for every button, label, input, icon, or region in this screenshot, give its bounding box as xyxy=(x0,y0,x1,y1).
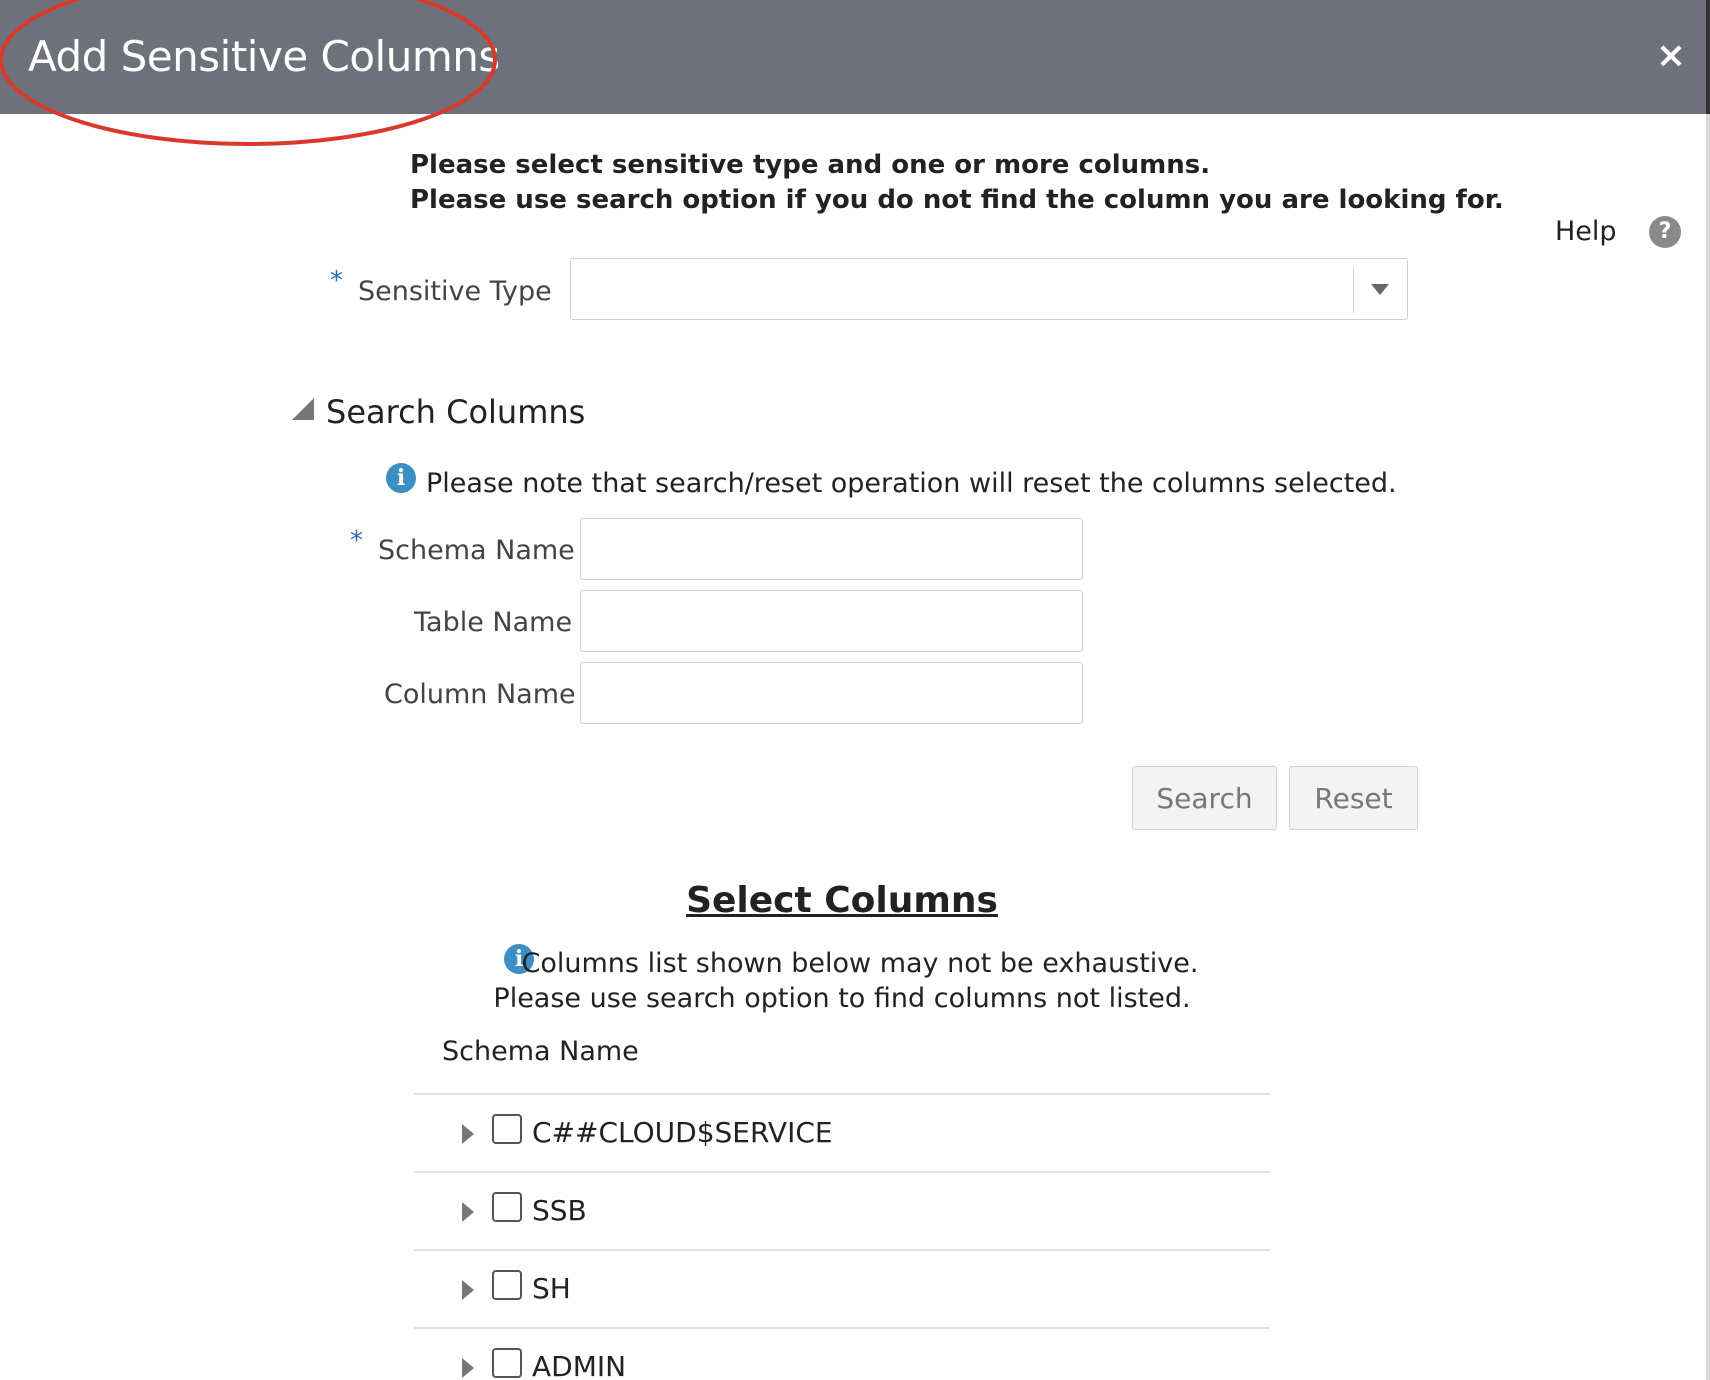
reset-button[interactable]: Reset xyxy=(1289,766,1418,830)
search-reset-note: Please note that search/reset operation … xyxy=(426,468,1397,499)
row-checkbox[interactable] xyxy=(492,1270,522,1300)
columns-note-line-2: Please use search option to find columns… xyxy=(493,983,1191,1014)
columns-note-line-1: Columns list shown below may not be exha… xyxy=(521,948,1199,979)
info-icon: i xyxy=(386,463,416,493)
table-row: SSB xyxy=(414,1174,1270,1250)
expand-triangle-icon[interactable] xyxy=(462,1280,474,1300)
schema-name-label: Schema Name xyxy=(378,535,575,566)
schema-name-cell: ADMIN xyxy=(532,1350,627,1380)
table-row: C##CLOUD$SERVICE xyxy=(414,1096,1270,1172)
table-divider xyxy=(414,1093,1270,1095)
row-checkbox[interactable] xyxy=(492,1114,522,1144)
table-row: SH xyxy=(414,1252,1270,1328)
background-window-edge xyxy=(1706,0,1710,1380)
schema-name-column-header: Schema Name xyxy=(442,1036,639,1067)
table-name-label: Table Name xyxy=(414,607,573,638)
intro-instructions: Please select sensitive type and one or … xyxy=(410,148,1504,218)
help-link[interactable]: Help xyxy=(1555,216,1617,247)
select-divider xyxy=(1353,267,1354,313)
required-marker: * xyxy=(350,526,363,556)
expand-triangle-icon[interactable] xyxy=(462,1124,474,1144)
schema-name-cell: SH xyxy=(532,1272,571,1305)
column-name-label: Column Name xyxy=(384,679,576,710)
select-columns-title: Select Columns xyxy=(686,880,998,921)
required-marker: * xyxy=(330,266,343,296)
search-button[interactable]: Search xyxy=(1132,766,1277,830)
schema-name-cell: C##CLOUD$SERVICE xyxy=(532,1116,833,1149)
sensitive-type-label: Sensitive Type xyxy=(358,276,552,307)
row-checkbox[interactable] xyxy=(492,1348,522,1378)
schema-name-input[interactable] xyxy=(580,518,1083,580)
table-row: ADMIN xyxy=(414,1330,1270,1380)
table-divider xyxy=(414,1327,1270,1329)
collapse-triangle-icon[interactable] xyxy=(292,398,314,420)
dialog-titlebar: Add Sensitive Columns × xyxy=(0,0,1706,114)
row-checkbox[interactable] xyxy=(492,1192,522,1222)
table-name-input[interactable] xyxy=(580,590,1083,652)
close-icon[interactable]: × xyxy=(1656,38,1686,74)
intro-line-1: Please select sensitive type and one or … xyxy=(410,150,1211,180)
search-columns-section-title[interactable]: Search Columns xyxy=(326,393,585,431)
sensitive-type-select[interactable] xyxy=(570,258,1408,320)
question-mark-icon[interactable]: ? xyxy=(1649,216,1681,248)
table-divider xyxy=(414,1171,1270,1173)
expand-triangle-icon[interactable] xyxy=(462,1358,474,1378)
table-divider xyxy=(414,1249,1270,1251)
schema-name-cell: SSB xyxy=(532,1194,587,1227)
chevron-down-icon[interactable] xyxy=(1371,284,1389,295)
column-name-input[interactable] xyxy=(580,662,1083,724)
expand-triangle-icon[interactable] xyxy=(462,1202,474,1222)
dialog-title: Add Sensitive Columns xyxy=(28,32,500,81)
columns-note: Columns list shown below may not be exha… xyxy=(0,946,1684,1016)
intro-line-2: Please use search option if you do not f… xyxy=(410,185,1504,215)
